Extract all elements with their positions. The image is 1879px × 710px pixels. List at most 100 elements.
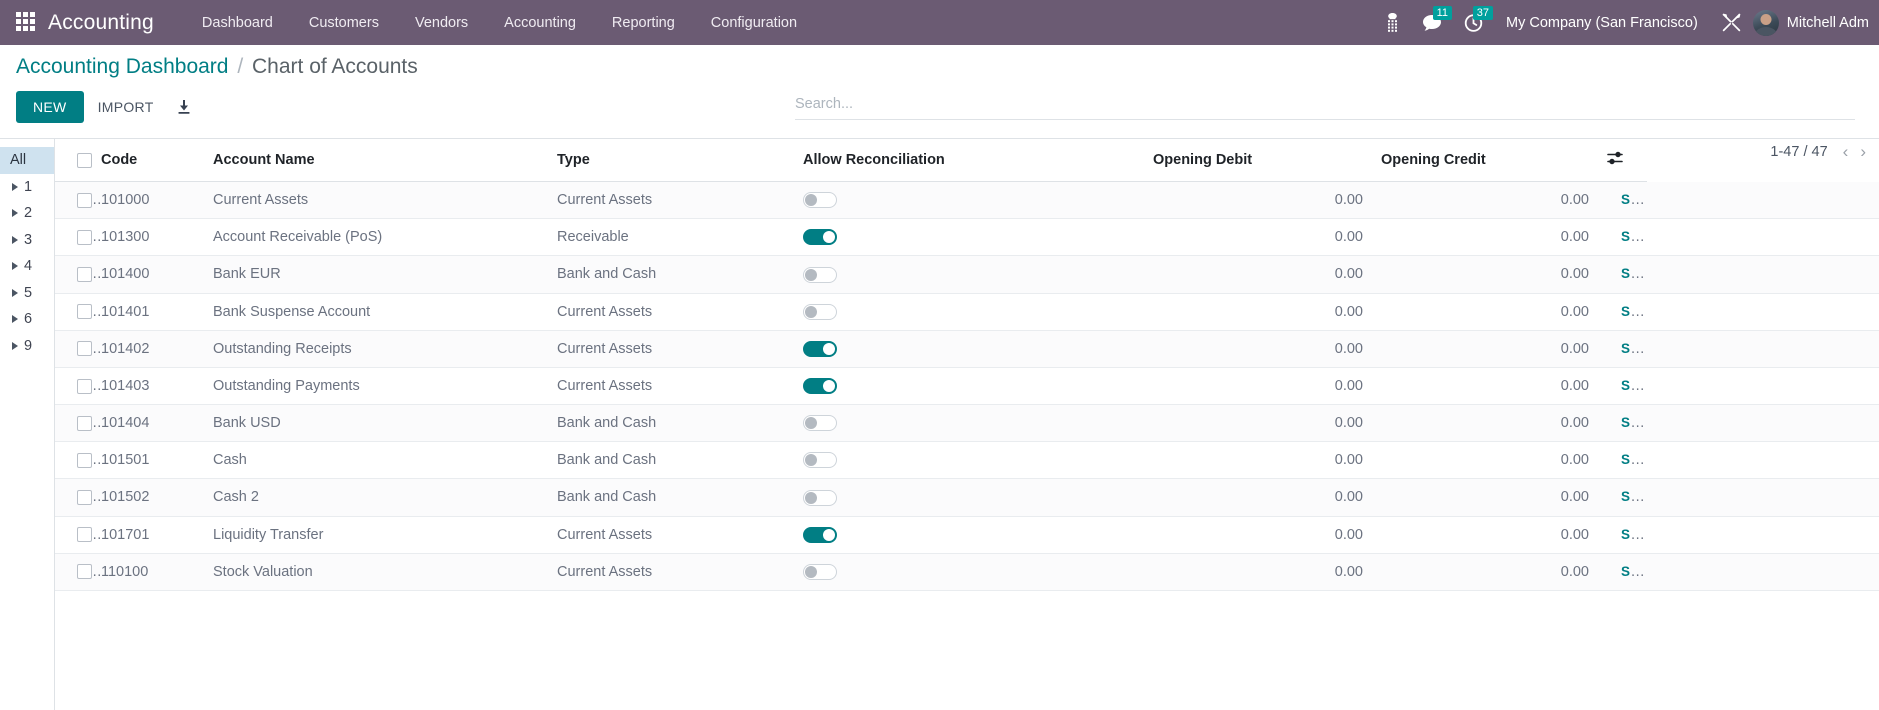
- setup-link[interactable]: SETUP: [1621, 266, 1647, 282]
- cell-account-name: Stock Valuation: [213, 553, 557, 591]
- sidebar-item-5[interactable]: 5: [0, 280, 54, 307]
- menu-item-accounting[interactable]: Accounting: [486, 9, 594, 37]
- sidebar-item-label: 4: [24, 258, 33, 274]
- cell-spacer: [1647, 255, 1879, 294]
- row-checkbox[interactable]: [77, 490, 92, 506]
- reconciliation-toggle[interactable]: [803, 378, 837, 395]
- reconciliation-toggle[interactable]: [803, 526, 837, 543]
- row-checkbox[interactable]: [77, 341, 92, 357]
- table-row[interactable]: 101400Bank EURBank and Cash 0.000.00 SETUP: [55, 255, 1879, 294]
- table-row[interactable]: 101401 Bank Suspense Account Current Asset…: [55, 293, 1879, 331]
- setup-link[interactable]: SETUP: [1621, 229, 1647, 245]
- wrench-screwdriver-icon[interactable]: [1710, 0, 1753, 45]
- activities-counter[interactable]: 37: [1453, 0, 1494, 45]
- new-button[interactable]: NEW: [16, 91, 84, 123]
- messages-counter[interactable]: 11: [1411, 0, 1453, 45]
- row-checkbox[interactable]: [77, 192, 92, 208]
- sidebar-item-2[interactable]: 2: [0, 200, 54, 227]
- cell-code: 110100: [101, 553, 213, 591]
- user-menu[interactable]: Mitchell Adm: [1787, 15, 1873, 31]
- column-header-code[interactable]: Code: [101, 139, 213, 182]
- setup-link[interactable]: SETUP: [1621, 378, 1647, 394]
- setup-link[interactable]: SETUP: [1621, 527, 1647, 543]
- column-header-type[interactable]: Type: [557, 139, 803, 182]
- table-row[interactable]: 101404Bank USDBank and Cash 0.000.00 SETUP: [55, 404, 1879, 443]
- row-checkbox[interactable]: [77, 527, 92, 543]
- cell-spacer: [1647, 293, 1879, 331]
- cell-account-name: Liquidity Transfer: [213, 516, 557, 554]
- column-header-opening-credit[interactable]: Opening Credit: [1381, 139, 1607, 182]
- sidebar-item-6[interactable]: 6: [0, 306, 54, 333]
- sidebar-item-3[interactable]: 3: [0, 227, 54, 254]
- setup-link[interactable]: SETUP: [1621, 452, 1647, 468]
- sidebar-item-4[interactable]: 4: [0, 253, 54, 280]
- row-checkbox[interactable]: [77, 378, 92, 394]
- reconciliation-toggle[interactable]: [803, 229, 837, 246]
- reconciliation-toggle[interactable]: [803, 452, 837, 469]
- setup-link[interactable]: SETUP: [1621, 489, 1647, 505]
- setup-link[interactable]: SETUP: [1621, 304, 1647, 320]
- select-all-checkbox[interactable]: [77, 152, 92, 168]
- sidebar-item-all[interactable]: All: [0, 147, 54, 174]
- optional-columns-toggle[interactable]: [1607, 139, 1647, 182]
- row-checkbox[interactable]: [77, 304, 92, 320]
- company-switcher[interactable]: My Company (San Francisco): [1494, 15, 1710, 31]
- cell-spacer: [1647, 441, 1879, 480]
- cell-opening-credit: 0.00: [1381, 218, 1607, 257]
- table-row[interactable]: 101502Cash 2Bank and Cash 0.000.00 SETUP: [55, 478, 1879, 517]
- sidebar-item-label: 5: [24, 284, 33, 301]
- cell-spacer: [1647, 181, 1879, 220]
- column-header-reconciliation[interactable]: Allow Reconciliation: [803, 139, 1153, 182]
- cell-spacer: [1647, 516, 1879, 554]
- sidebar-item-1[interactable]: 1: [0, 174, 54, 201]
- cell-code: 101300: [101, 218, 213, 257]
- table-row[interactable]: 101300 Account Receivable (PoS) Receivable…: [55, 218, 1879, 257]
- cell-setup: SETUP: [1607, 293, 1647, 331]
- download-icon[interactable]: [168, 93, 200, 121]
- table-row[interactable]: 101000 Current Assets Current Assets 0.00 0.…: [55, 181, 1879, 220]
- dialpad-icon[interactable]: [1374, 0, 1411, 45]
- reconciliation-toggle[interactable]: [803, 192, 837, 209]
- reconciliation-toggle[interactable]: [803, 266, 837, 283]
- setup-link[interactable]: SETUP: [1621, 341, 1647, 357]
- menu-item-vendors[interactable]: Vendors: [397, 9, 486, 37]
- row-checkbox[interactable]: [77, 267, 92, 283]
- apps-grid-icon[interactable]: [16, 11, 38, 34]
- menu-item-configuration[interactable]: Configuration: [693, 9, 815, 37]
- sidebar-item-9[interactable]: 9: [0, 333, 54, 360]
- reconciliation-toggle[interactable]: [803, 415, 837, 432]
- main-menu: Dashboard Customers Vendors Accounting R…: [184, 9, 815, 37]
- row-checkbox[interactable]: [77, 452, 92, 468]
- search-input[interactable]: [795, 96, 1855, 112]
- menu-item-customers[interactable]: Customers: [291, 9, 397, 37]
- accounts-table: Code Account Name Type Allow Reconciliat…: [55, 139, 1879, 591]
- reconciliation-toggle[interactable]: [803, 489, 837, 506]
- table-row[interactable]: 101501CashBank and Cash 0.000.00 SETUP: [55, 441, 1879, 480]
- breadcrumb: Accounting Dashboard / Chart of Accounts: [16, 55, 418, 79]
- cell-type: Current Assets: [557, 293, 803, 331]
- table-row[interactable]: 101403 Outstanding Payments Current Assets…: [55, 367, 1879, 406]
- cell-spacer: [1647, 330, 1879, 368]
- search-bar: [795, 95, 1855, 120]
- setup-link[interactable]: SETUP: [1621, 192, 1647, 208]
- cell-reconciliation: [803, 218, 1153, 257]
- breadcrumb-parent[interactable]: Accounting Dashboard: [16, 55, 228, 78]
- reconciliation-toggle[interactable]: [803, 340, 837, 357]
- row-checkbox[interactable]: [77, 564, 92, 580]
- table-row[interactable]: 101402 Outstanding Receipts Current Assets…: [55, 330, 1879, 368]
- column-header-opening-debit[interactable]: Opening Debit: [1153, 139, 1381, 182]
- avatar[interactable]: [1752, 9, 1779, 36]
- row-checkbox[interactable]: [77, 229, 92, 245]
- import-button[interactable]: IMPORT: [84, 91, 168, 123]
- menu-item-reporting[interactable]: Reporting: [594, 9, 693, 37]
- app-brand-title[interactable]: Accounting: [48, 11, 154, 35]
- menu-item-dashboard[interactable]: Dashboard: [184, 9, 291, 37]
- table-row[interactable]: 101701 Liquidity Transfer Current Assets 0.…: [55, 516, 1879, 554]
- row-checkbox[interactable]: [77, 415, 92, 431]
- column-header-account-name[interactable]: Account Name: [213, 139, 557, 182]
- reconciliation-toggle[interactable]: [803, 563, 837, 580]
- setup-link[interactable]: SETUP: [1621, 564, 1647, 580]
- table-row[interactable]: 110100 Stock Valuation Current Assets 0.00 0…: [55, 553, 1879, 591]
- setup-link[interactable]: SETUP: [1621, 415, 1647, 431]
- reconciliation-toggle[interactable]: [803, 303, 837, 320]
